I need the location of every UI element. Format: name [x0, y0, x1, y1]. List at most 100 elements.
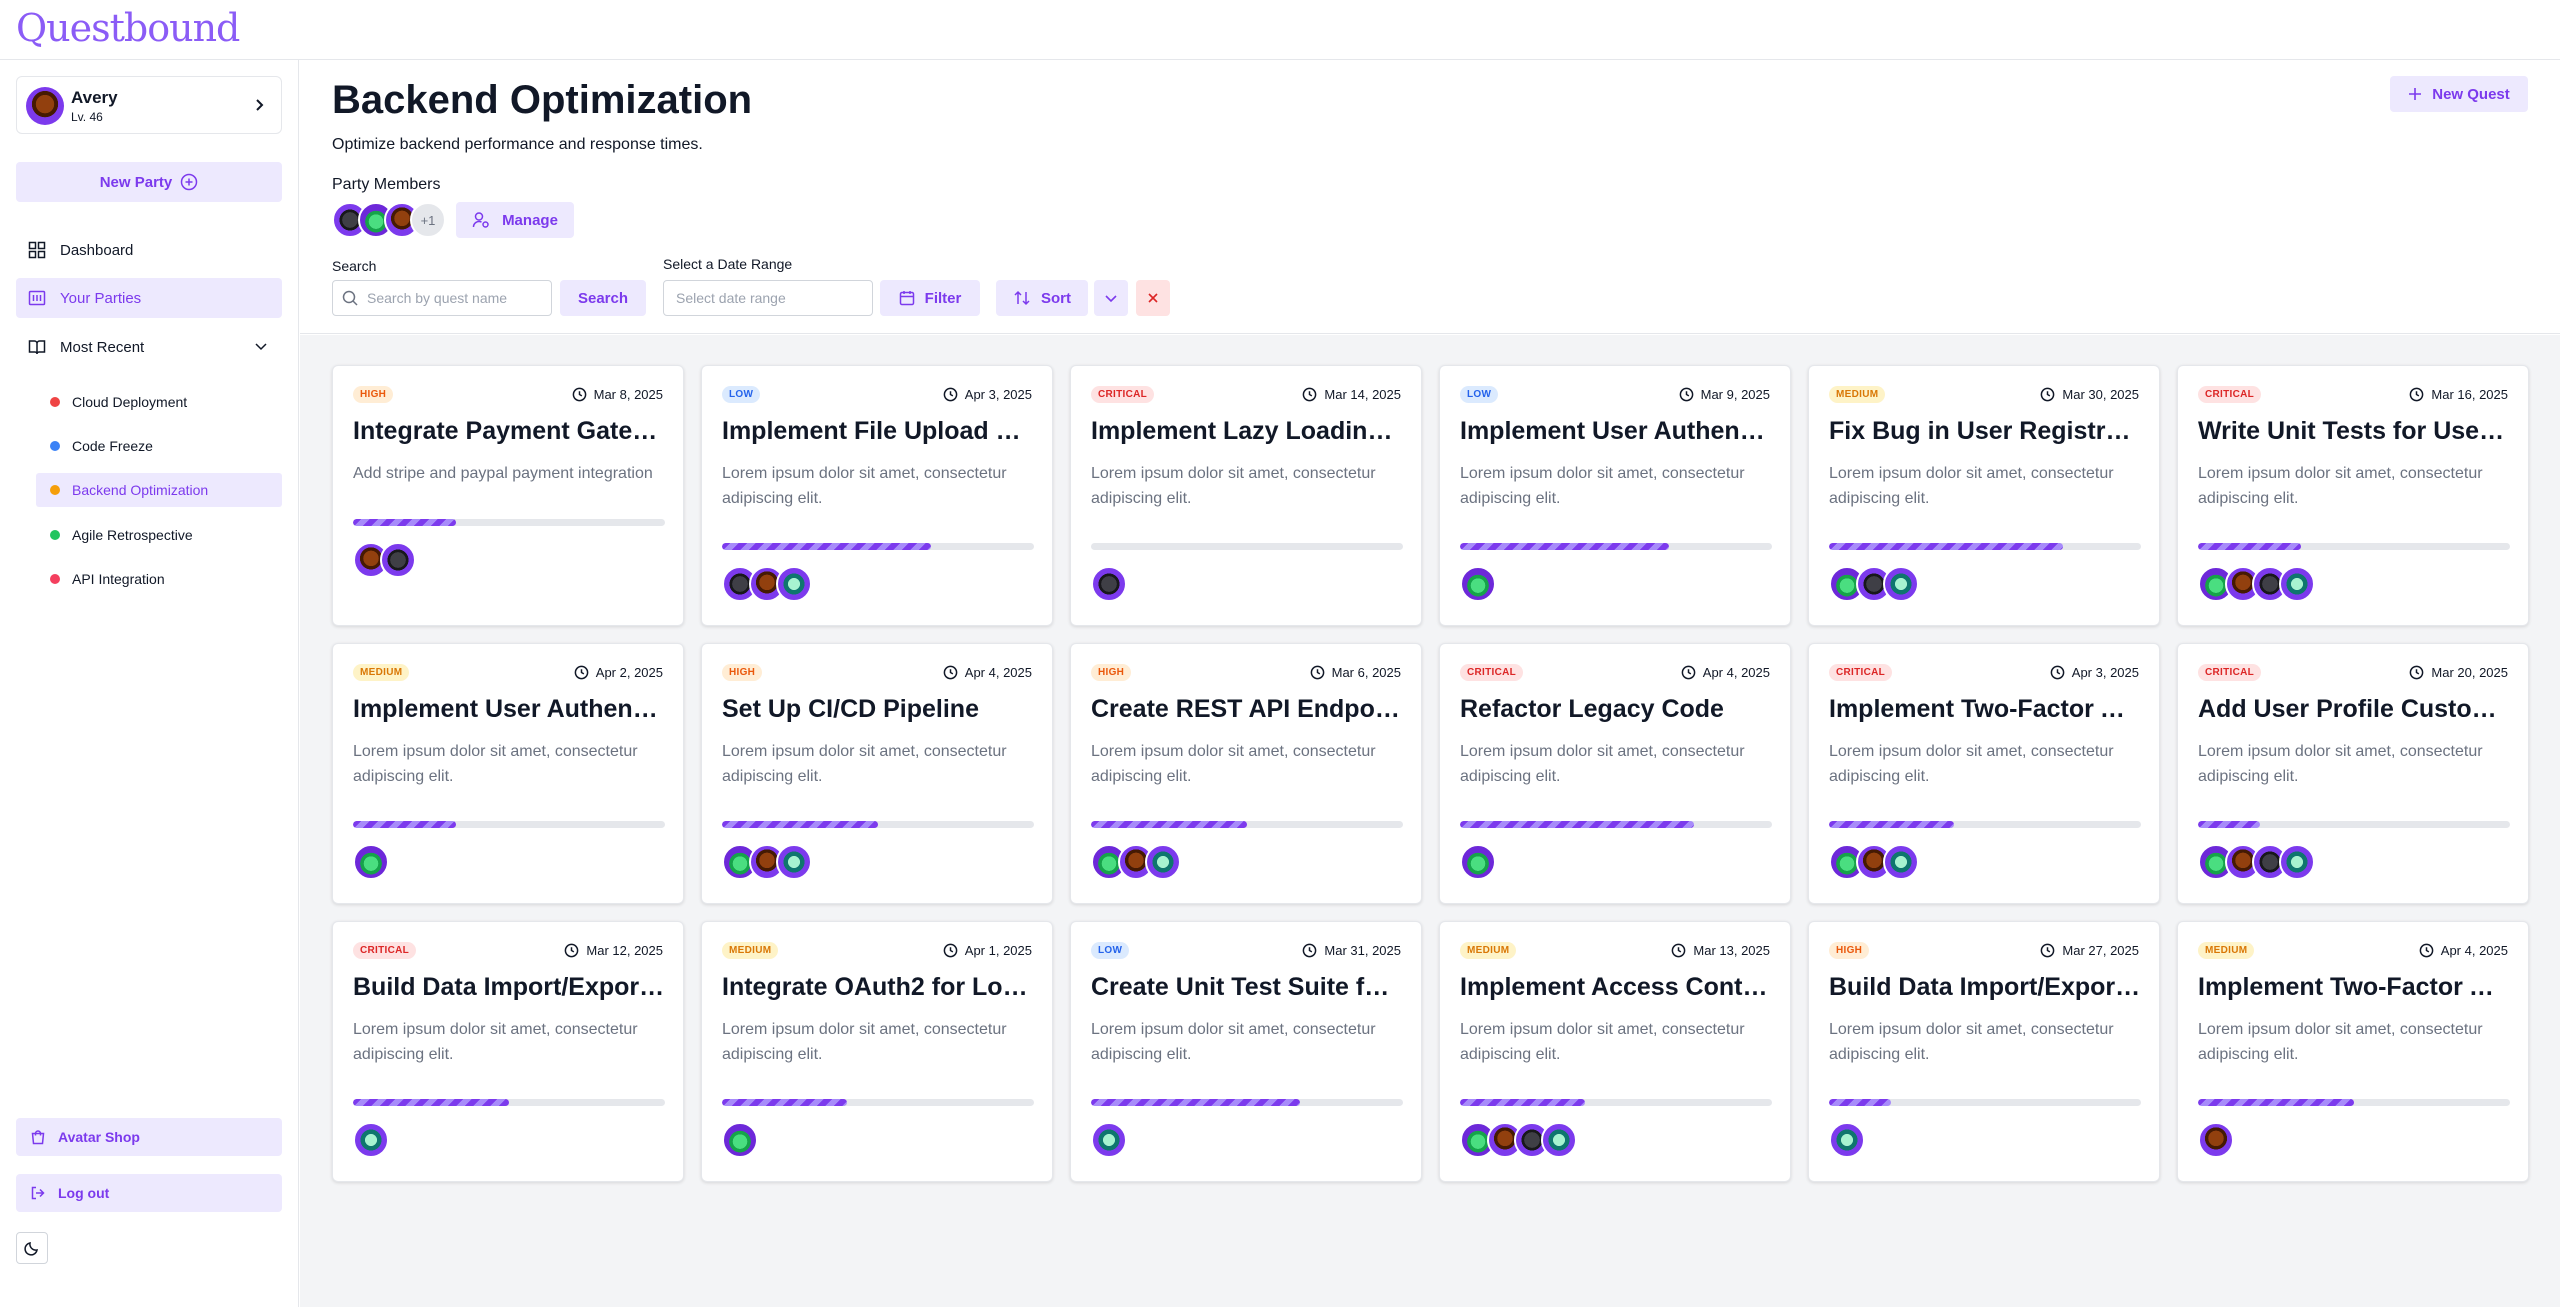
quest-card[interactable]: CRITICAL Mar 16, 2025 Write Unit Tests for… [2177, 365, 2529, 626]
page-description: Optimize backend performance and respons… [332, 136, 703, 153]
logout-button[interactable]: Log out [16, 1174, 282, 1212]
quest-card[interactable]: MEDIUM Apr 1, 2025 Integrate OAuth2 for Lo… [701, 921, 1053, 1182]
filter-button[interactable]: Filter [880, 280, 980, 316]
quest-card[interactable]: MEDIUM Mar 13, 2025 Implement Access Contr… [1439, 921, 1791, 1182]
quest-card[interactable]: LOW Apr 3, 2025 Implement File Upload Serv… [701, 365, 1053, 626]
sort-button[interactable]: Sort [996, 280, 1088, 316]
progress-bar [353, 821, 665, 828]
chevron-down-icon [1105, 295, 1117, 303]
party-item-label: Code Freeze [72, 438, 153, 454]
quest-description: Lorem ipsum dolor sit amet, consectetur … [353, 1021, 638, 1063]
quest-description: Add stripe and paypal payment integratio… [353, 465, 653, 482]
progress-bar [1091, 1099, 1403, 1106]
search-input[interactable] [332, 280, 552, 316]
quest-description: Lorem ipsum dolor sit amet, consectetur … [722, 1021, 1007, 1063]
party-members-label: Party Members [332, 176, 441, 193]
priority-badge: CRITICAL [2198, 664, 2262, 681]
manage-members-button[interactable]: Manage [456, 202, 574, 238]
clock-icon [2050, 665, 2065, 680]
quest-title: Implement Lazy Loading for Images [1091, 417, 1403, 445]
quest-card[interactable]: HIGH Mar 27, 2025 Build Data Import/Export… [1808, 921, 2160, 1182]
quest-card[interactable]: CRITICAL Mar 14, 2025 Implement Lazy Loadi… [1070, 365, 1422, 626]
quest-card[interactable]: CRITICAL Mar 12, 2025 Build Data Import/Ex… [332, 921, 684, 1182]
quest-card[interactable]: HIGH Mar 6, 2025 Create REST API Endpoints… [1070, 643, 1422, 904]
progress-fill [353, 519, 456, 526]
quest-card[interactable]: MEDIUM Mar 30, 2025 Fix Bug in User Regist… [1808, 365, 2160, 626]
plus-icon [2409, 88, 2422, 100]
shopping-bag-icon [31, 1130, 45, 1145]
avatar-shop-button[interactable]: Avatar Shop [16, 1118, 282, 1156]
party-item-code-freeze[interactable]: Code Freeze [36, 429, 282, 463]
priority-badge: MEDIUM [1829, 386, 1886, 403]
quest-card[interactable]: LOW Mar 9, 2025 Implement User Authenticat… [1439, 365, 1791, 626]
quest-description: Lorem ipsum dolor sit amet, consectetur … [1829, 465, 2114, 507]
quest-title: Refactor Legacy Code [1460, 695, 1724, 723]
avatar [353, 1122, 389, 1158]
quest-card[interactable]: LOW Mar 31, 2025 Create Unit Test Suite fo… [1070, 921, 1422, 1182]
party-color-dot [50, 441, 60, 451]
party-item-agile-retrospective[interactable]: Agile Retrospective [36, 518, 282, 552]
date-range-input[interactable] [663, 280, 873, 316]
party-item-label: Agile Retrospective [72, 527, 193, 543]
extra-members-count: +1 [410, 202, 446, 238]
avatar [1091, 1122, 1127, 1158]
book-open-icon [28, 340, 46, 355]
quest-card[interactable]: CRITICAL Apr 4, 2025 Refactor Legacy Code L… [1439, 643, 1791, 904]
sidebar-item-label: Your Parties [60, 289, 142, 307]
avatar [1460, 566, 1496, 602]
due-date-text: Mar 8, 2025 [593, 387, 663, 402]
progress-fill [1829, 821, 1954, 828]
sort-arrows-icon [1014, 290, 1030, 306]
clock-icon [574, 665, 589, 680]
due-date: Mar 6, 2025 [1310, 665, 1401, 680]
user-cog-icon [472, 212, 489, 228]
sort-direction-button[interactable] [1094, 280, 1128, 316]
quest-card[interactable]: MEDIUM Apr 4, 2025 Implement Two-Factor Au… [2177, 921, 2529, 1182]
due-date: Mar 13, 2025 [1671, 943, 1770, 958]
app-logo[interactable]: Questbound [16, 6, 240, 50]
priority-badge: MEDIUM [1460, 942, 1517, 959]
party-item-backend-optimization[interactable]: Backend Optimization [36, 473, 282, 507]
clock-icon [1310, 665, 1324, 680]
quest-card[interactable]: CRITICAL Mar 20, 2025 Add User Profile Cus… [2177, 643, 2529, 904]
progress-bar [1091, 821, 1403, 828]
theme-toggle-button[interactable] [16, 1232, 48, 1264]
progress-fill [2198, 821, 2261, 828]
parties-icon [28, 290, 46, 306]
clear-filters-button[interactable] [1136, 280, 1170, 316]
search-button[interactable]: Search [560, 280, 646, 316]
top-bar: Questbound [0, 0, 2560, 60]
new-party-button[interactable]: New Party [16, 162, 282, 202]
party-item-api-integration[interactable]: API Integration [36, 562, 282, 596]
quest-card[interactable]: CRITICAL Apr 3, 2025 Implement Two-Factor … [1808, 643, 2160, 904]
priority-badge: HIGH [722, 664, 763, 681]
quest-description: Lorem ipsum dolor sit amet, consectetur … [2198, 1021, 2483, 1063]
due-date-text: Apr 4, 2025 [2440, 943, 2508, 958]
progress-fill [353, 821, 456, 828]
moon-icon [24, 1242, 38, 1256]
sidebar-item-your-parties[interactable]: Your Parties [16, 278, 282, 318]
due-date-text: Mar 6, 2025 [1331, 665, 1401, 680]
quest-card[interactable]: HIGH Apr 4, 2025 Set Up CI/CD Pipeline Lore… [701, 643, 1053, 904]
sidebar-item-most-recent[interactable]: Most Recent [16, 327, 282, 367]
due-date: Apr 1, 2025 [943, 943, 1032, 958]
user-profile-card[interactable]: Avery Lv. 46 [16, 76, 282, 134]
quest-description: Lorem ipsum dolor sit amet, consectetur … [1460, 743, 1745, 785]
avatar [1460, 844, 1496, 880]
date-range-label: Select a Date Range [663, 256, 793, 272]
sort-label: Sort [1041, 289, 1071, 307]
due-date-text: Apr 1, 2025 [964, 943, 1032, 958]
quest-description: Lorem ipsum dolor sit amet, consectetur … [1091, 1021, 1376, 1063]
avatar [1541, 1122, 1577, 1158]
sidebar-item-label: Most Recent [60, 338, 145, 356]
new-quest-button[interactable]: New Quest [2390, 76, 2528, 112]
due-date: Apr 3, 2025 [943, 387, 1032, 402]
party-item-cloud-deployment[interactable]: Cloud Deployment [36, 385, 282, 419]
sidebar-item-dashboard[interactable]: Dashboard [16, 230, 282, 270]
due-date: Mar 31, 2025 [1302, 943, 1401, 958]
quest-description: Lorem ipsum dolor sit amet, consectetur … [1091, 465, 1376, 507]
page-title: Backend Optimization [332, 78, 753, 122]
quest-title: Implement Two-Factor Authentication [1829, 695, 2141, 723]
quest-card[interactable]: HIGH Mar 8, 2025 Integrate Payment Gateway… [332, 365, 684, 626]
quest-card[interactable]: MEDIUM Apr 2, 2025 Implement User Authenti… [332, 643, 684, 904]
